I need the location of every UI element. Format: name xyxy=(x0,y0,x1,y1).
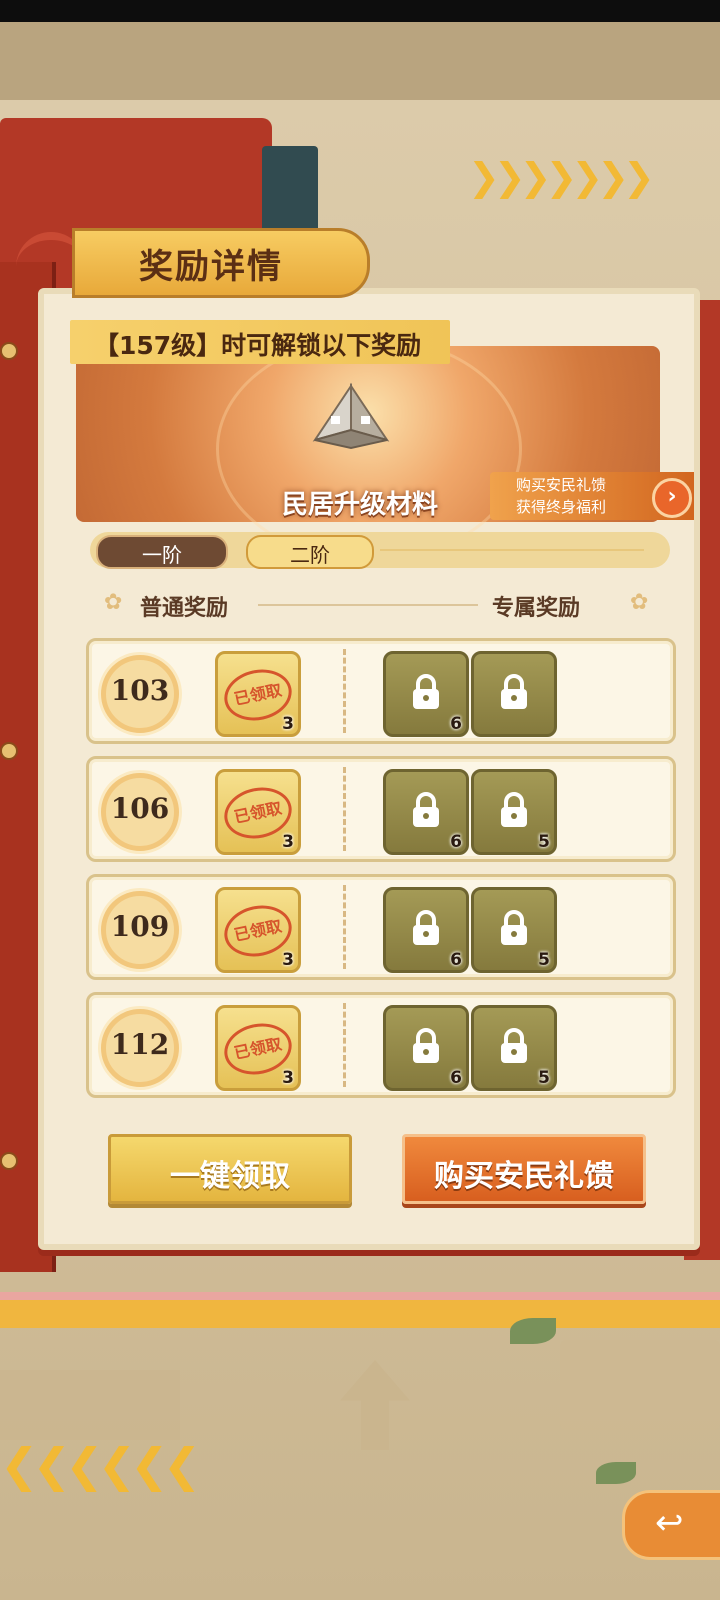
unlock-banner: 【157级】时可解锁以下奖励 xyxy=(70,320,450,364)
leaf-icon xyxy=(596,1462,636,1484)
item-count: 3 xyxy=(282,832,294,852)
reward-row: 112 已领取 3 6 5 xyxy=(86,992,676,1098)
back-button[interactable]: ↩ xyxy=(622,1490,720,1560)
level-badge: 106 xyxy=(101,773,179,851)
row-divider xyxy=(343,649,346,733)
buy-tag-line1: 购买安民礼馈 xyxy=(516,476,607,494)
ring-icon xyxy=(0,342,18,360)
tab-track xyxy=(380,549,644,551)
normal-reward-item[interactable]: 已领取 3 xyxy=(215,1005,301,1091)
exclusive-reward-item[interactable]: 6 xyxy=(383,887,469,973)
exclusive-reward-item[interactable]: 6 xyxy=(383,769,469,855)
reward-row: 106 已领取 3 6 5 xyxy=(86,756,676,862)
deco-band xyxy=(0,1300,720,1328)
divider xyxy=(258,604,478,606)
exclusive-reward-item[interactable]: 6 xyxy=(383,651,469,737)
item-count: 6 xyxy=(450,950,462,970)
top-wood-frame xyxy=(0,22,720,106)
claimed-status: 已领取 xyxy=(232,680,284,709)
page-title: 奖励详情 xyxy=(139,247,283,287)
building-silhouette xyxy=(0,1370,180,1440)
building-silhouette xyxy=(560,1340,720,1430)
row-divider xyxy=(343,885,346,969)
reward-row: 103 已领取 3 6 xyxy=(86,638,676,744)
flower-icon: ✿ xyxy=(630,590,649,615)
title-banner: 奖励详情 xyxy=(72,228,370,298)
claimed-status: 已领取 xyxy=(232,916,284,945)
item-count: 3 xyxy=(282,714,294,734)
buy-gift-tag[interactable]: 购买安民礼馈 获得终身福利 › xyxy=(490,472,694,520)
leaf-icon xyxy=(510,1318,556,1344)
item-count: 6 xyxy=(450,832,462,852)
claimed-status: 已领取 xyxy=(232,1034,284,1063)
normal-reward-item[interactable]: 已领取 3 xyxy=(215,651,301,737)
exclusive-reward-item[interactable]: 5 xyxy=(471,1005,557,1091)
flower-icon: ✿ xyxy=(104,590,123,615)
leaf-decoration-icon: ❮❮❮❮❮❮ xyxy=(0,1438,201,1492)
level-number: 103 xyxy=(110,674,170,707)
ring-icon xyxy=(0,742,18,760)
normal-rewards-header: 普通奖励 xyxy=(140,596,229,621)
level-number: 106 xyxy=(110,792,170,825)
row-divider xyxy=(343,1003,346,1087)
tab-label: 二阶 xyxy=(290,543,330,567)
normal-reward-item[interactable]: 已领取 3 xyxy=(215,769,301,855)
item-count: 3 xyxy=(282,950,294,970)
buy-gift-label: 购买安民礼馈 xyxy=(434,1159,614,1194)
exclusive-reward-item[interactable]: 6 xyxy=(383,1005,469,1091)
level-badge: 109 xyxy=(101,891,179,969)
claim-all-button[interactable]: 一键领取 xyxy=(108,1134,352,1204)
level-badge: 103 xyxy=(101,655,179,733)
buy-gift-button[interactable]: 购买安民礼馈 xyxy=(402,1134,646,1204)
level-badge: 112 xyxy=(101,1009,179,1087)
item-count: 6 xyxy=(450,1068,462,1088)
claimed-status: 已领取 xyxy=(232,798,284,827)
unlock-text: 【157级】时可解锁以下奖励 xyxy=(94,331,422,360)
leaf-decoration-icon: ❯❯❯❯❯❯❯ xyxy=(468,155,655,199)
item-count: 5 xyxy=(538,1068,550,1088)
chevron-right-icon[interactable]: › xyxy=(652,478,692,518)
tab-tier-2[interactable]: 二阶 xyxy=(246,535,374,569)
exclusive-rewards-header: 专属奖励 xyxy=(492,596,581,621)
status-bar xyxy=(0,0,720,22)
exclusive-reward-item[interactable]: 5 xyxy=(471,887,557,973)
level-number: 112 xyxy=(110,1028,170,1061)
exclusive-reward-item[interactable] xyxy=(471,651,557,737)
tab-tier-1[interactable]: 一阶 xyxy=(96,535,228,569)
level-number: 109 xyxy=(110,910,170,943)
item-count: 5 xyxy=(538,832,550,852)
row-divider xyxy=(343,767,346,851)
tab-label: 一阶 xyxy=(142,543,182,567)
back-arrow-icon: ↩ xyxy=(655,1503,684,1543)
item-count: 5 xyxy=(538,950,550,970)
buy-tag-line2: 获得终身福利 xyxy=(516,498,607,516)
exclusive-reward-item[interactable]: 5 xyxy=(471,769,557,855)
reward-row: 109 已领取 3 6 5 xyxy=(86,874,676,980)
claim-all-label: 一键领取 xyxy=(170,1159,290,1194)
hero-item-label: 民居升级材料 xyxy=(281,490,438,520)
item-count: 6 xyxy=(450,714,462,734)
ring-icon xyxy=(0,1152,18,1170)
item-count: 3 xyxy=(282,1068,294,1088)
tent-icon xyxy=(312,382,390,450)
normal-reward-item[interactable]: 已领取 3 xyxy=(215,887,301,973)
